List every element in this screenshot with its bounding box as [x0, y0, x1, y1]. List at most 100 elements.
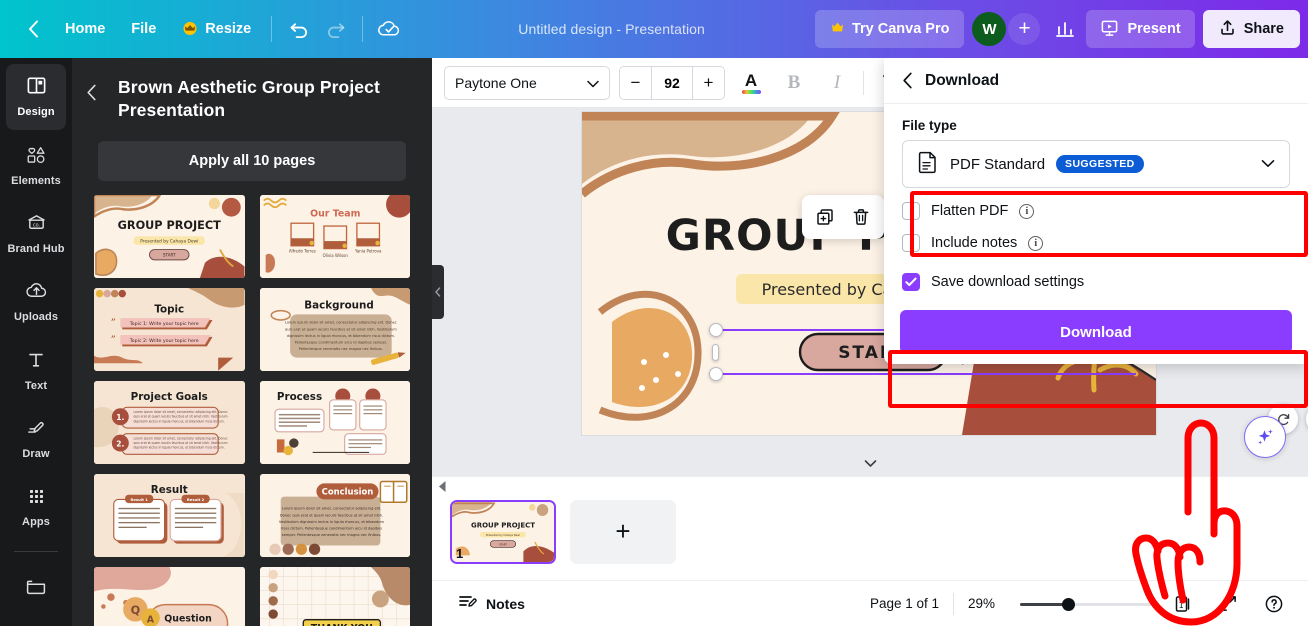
- sidebar-item-elements[interactable]: Elements: [6, 133, 66, 199]
- italic-button[interactable]: I: [820, 66, 854, 100]
- font-size-increase-button[interactable]: +: [693, 66, 724, 99]
- sidebar-item-design[interactable]: Design: [6, 64, 66, 130]
- sidebar-item-projects[interactable]: [6, 557, 66, 623]
- magic-sparkle-button[interactable]: [1244, 416, 1286, 458]
- font-size-decrease-button[interactable]: −: [620, 66, 651, 99]
- apply-all-pages-button[interactable]: Apply all 10 pages: [98, 140, 406, 181]
- present-button[interactable]: Present: [1086, 10, 1195, 48]
- info-icon[interactable]: i: [1028, 235, 1044, 251]
- svg-text:Yania Petrova: Yania Petrova: [354, 248, 381, 253]
- elements-icon: [24, 144, 48, 170]
- svg-text:dignissim lectus in ligula rho: dignissim lectus in ligula rhoncus, et b…: [286, 333, 394, 337]
- suggested-badge: SUGGESTED: [1056, 155, 1144, 173]
- svg-text:Pellentesque venenatis nec mag: Pellentesque venenatis nec magna nec fin…: [298, 347, 382, 351]
- template-thumbnail[interactable]: Conclusion Lorem ipsum dolor sit amet, c…: [259, 473, 410, 557]
- svg-text:Result 2: Result 2: [187, 497, 205, 501]
- font-family-select[interactable]: Paytone One: [444, 65, 610, 100]
- sidebar-item-apps[interactable]: Apps: [6, 475, 66, 541]
- color-swatch: [741, 89, 761, 94]
- delete-button[interactable]: [844, 200, 878, 234]
- draw-icon: [25, 418, 47, 443]
- svg-text:Topic: Topic: [154, 303, 184, 315]
- document-title[interactable]: Untitled design - Presentation: [408, 21, 815, 37]
- template-thumbnail[interactable]: Our Team Alfredo Torres Olivia Wilson Ya…: [259, 194, 410, 278]
- option-flatten-pdf[interactable]: Flatten PDF i: [902, 195, 1290, 227]
- download-panel-body: File type PDF Standard SUGGESTED Flatten…: [884, 104, 1308, 298]
- notes-button[interactable]: Notes: [450, 588, 533, 620]
- checkbox[interactable]: [902, 202, 920, 220]
- share-button[interactable]: Share: [1202, 10, 1300, 48]
- sidebar-item-uploads[interactable]: Uploads: [6, 270, 66, 336]
- option-include-notes[interactable]: Include notes i: [902, 227, 1290, 259]
- template-thumbnail[interactable]: Background Lorem ipsum dolor sit amet, c…: [259, 287, 410, 371]
- svg-text:START: START: [499, 542, 507, 546]
- svg-text:”: ”: [111, 333, 116, 343]
- svg-text:Presented by Cahaya Dewi: Presented by Cahaya Dewi: [486, 532, 520, 536]
- avatar[interactable]: W: [972, 12, 1007, 46]
- text-color-button[interactable]: A: [734, 66, 768, 100]
- resize-handle-bottom-left[interactable]: [709, 367, 723, 381]
- template-thumbnail[interactable]: Topic Topic 1: Write your topic here Top…: [94, 287, 245, 371]
- option-save-download-settings[interactable]: Save download settings: [902, 266, 1290, 298]
- fullscreen-button[interactable]: [1212, 588, 1244, 620]
- panel-back-button[interactable]: [86, 76, 108, 106]
- checkbox[interactable]: [902, 273, 920, 291]
- resize-button[interactable]: Resize: [169, 11, 264, 47]
- sidebar-item-text[interactable]: Text: [6, 338, 66, 404]
- sidebar-item-label: Text: [24, 379, 48, 392]
- help-button[interactable]: [1258, 588, 1290, 620]
- template-thumbnail[interactable]: THANK YOU SO MUCH!: [259, 566, 410, 626]
- svg-text:Background: Background: [304, 299, 374, 311]
- try-pro-label: Try Canva Pro: [851, 21, 950, 37]
- add-page-button[interactable]: +: [570, 499, 676, 564]
- brand-hub-icon: co.: [25, 212, 48, 238]
- present-icon: [1100, 18, 1119, 41]
- template-thumbnail[interactable]: Process: [259, 380, 410, 464]
- undo-button[interactable]: [279, 11, 317, 47]
- add-collaborator-button[interactable]: +: [1008, 13, 1041, 45]
- font-size-input[interactable]: 92: [651, 66, 693, 99]
- page-strip-scroll-left[interactable]: [438, 481, 447, 495]
- collapse-panel-button[interactable]: [432, 265, 444, 319]
- zoom-slider[interactable]: [1020, 597, 1152, 611]
- resize-handle-left[interactable]: [712, 344, 719, 361]
- info-icon[interactable]: i: [1019, 203, 1035, 219]
- duplicate-button[interactable]: [808, 200, 842, 234]
- svg-text:Vestibulum dignissim lectus in: Vestibulum dignissim lectus in ligula rh…: [278, 519, 384, 523]
- download-back-button[interactable]: [902, 72, 913, 89]
- canvas-collapse-caret[interactable]: [844, 459, 896, 476]
- page-view-button[interactable]: 1: [1166, 588, 1198, 620]
- cloud-saved-icon[interactable]: [370, 11, 408, 47]
- insights-icon[interactable]: [1046, 11, 1084, 47]
- crown-icon: [830, 21, 845, 37]
- resize-handle-top-left[interactable]: [709, 323, 723, 337]
- template-thumbnail[interactable]: Project Goals 1. Lorem ipsum dolor sit a…: [94, 380, 245, 464]
- svg-text:Our Team: Our Team: [310, 208, 360, 219]
- top-bar: Home File Resize Untitled design - Prese…: [0, 0, 1308, 58]
- notes-label: Notes: [486, 595, 525, 612]
- option-label: Save download settings: [931, 274, 1085, 290]
- download-button[interactable]: Download: [900, 310, 1292, 354]
- svg-text:dignissim lectus in ligula rho: dignissim lectus in ligula rhoncus, et b…: [134, 445, 225, 449]
- redo-button[interactable]: [317, 11, 355, 47]
- svg-text:1.: 1.: [116, 413, 124, 422]
- page-thumbnail[interactable]: GROUP PROJECT Presented by Cahaya Dewi S…: [450, 499, 556, 564]
- file-menu-button[interactable]: File: [118, 11, 169, 47]
- try-canva-pro-button[interactable]: Try Canva Pro: [814, 10, 965, 48]
- back-button[interactable]: [14, 11, 52, 47]
- sidebar-item-draw[interactable]: Draw: [6, 407, 66, 473]
- checkbox[interactable]: [902, 234, 920, 252]
- template-thumbnail[interactable]: Result Result 1 Result 2: [94, 473, 245, 557]
- zoom-level-label[interactable]: 29%: [968, 596, 1006, 611]
- home-button[interactable]: Home: [52, 11, 118, 47]
- template-thumbnail[interactable]: GROUP PROJECT Presented by Cahaya Dewi S…: [94, 194, 245, 278]
- sidebar-item-label: Draw: [22, 448, 50, 461]
- home-label: Home: [65, 21, 106, 37]
- file-type-select[interactable]: PDF Standard SUGGESTED: [902, 140, 1290, 188]
- template-thumbnail[interactable]: Q Question Time A: [94, 566, 245, 626]
- sidebar-item-brand-hub[interactable]: co. Brand Hub: [6, 201, 66, 267]
- slider-knob[interactable]: [1062, 597, 1076, 611]
- bold-button[interactable]: B: [777, 66, 811, 100]
- svg-text:Lorem ipsum dolor sit amet, co: Lorem ipsum dolor sit amet, consectetur …: [281, 506, 380, 510]
- top-bar-left-group: Home File Resize: [14, 11, 408, 47]
